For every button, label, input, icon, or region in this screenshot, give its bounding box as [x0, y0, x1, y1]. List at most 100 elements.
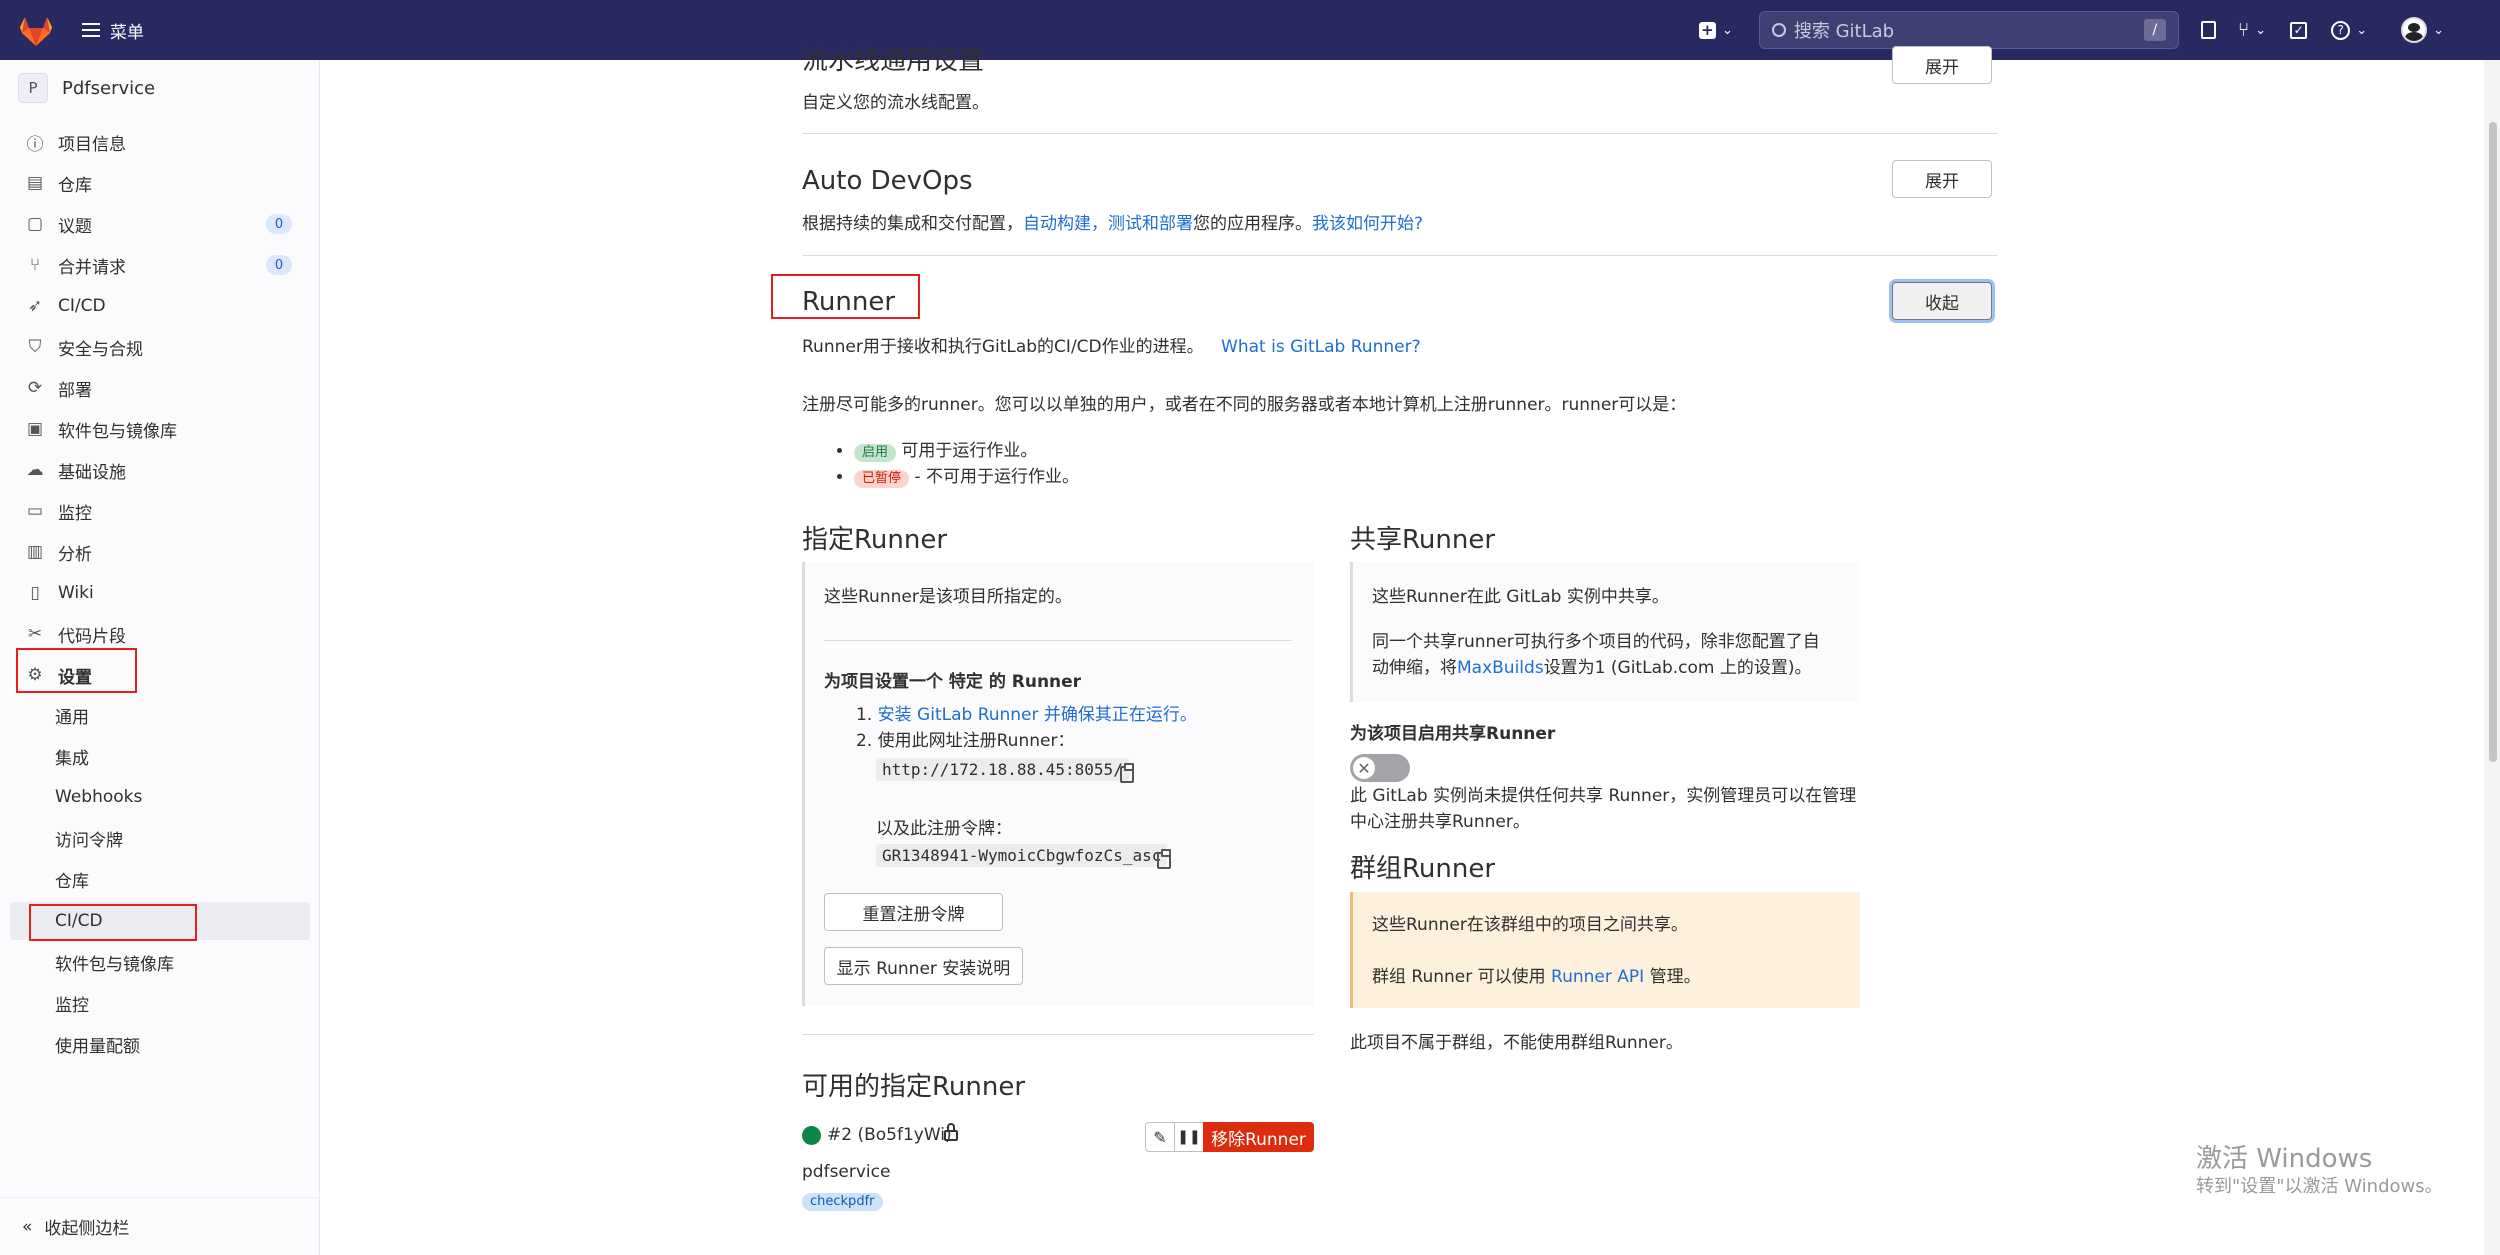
sidebar-item-deployments[interactable]: ⟳ 部署	[0, 370, 320, 406]
search-placeholder: 搜索 GitLab	[1793, 21, 1895, 42]
merge-requests-count-badge: 0	[266, 255, 292, 275]
settings-sub-repository[interactable]: 仓库	[10, 860, 310, 898]
create-new-button[interactable]: + ⌄	[1698, 21, 1733, 39]
specific-runners-title: 指定Runner	[802, 525, 948, 555]
double-chevron-left-icon: «	[22, 1216, 33, 1237]
settings-sub-general[interactable]: 通用	[10, 696, 310, 734]
registration-token-label: 以及此注册令牌：	[876, 819, 1012, 839]
runner-project-name: pdfservice	[802, 1162, 891, 1182]
gitlab-logo-icon[interactable]	[18, 13, 54, 47]
sidebar-item-repository[interactable]: ▤ 仓库	[0, 165, 320, 201]
install-step: 1. 安装 GitLab Runner 并确保其正在运行。	[856, 705, 1197, 725]
list-item: 已暂停 - 不可用于运行作业。	[854, 462, 1079, 488]
cloud-icon: ☁	[26, 460, 44, 480]
todo-check-icon: ✓	[2290, 21, 2308, 39]
settings-sub-packages[interactable]: 软件包与镜像库	[10, 943, 310, 981]
page-scrollbar[interactable]	[2484, 60, 2500, 1255]
annotation-box-cicd	[29, 904, 197, 941]
runner-online-status-icon	[802, 1126, 821, 1145]
chevron-down-icon: ⌄	[2356, 22, 2368, 38]
register-runner-desc: 注册尽可能多的runner。您可以以单独的用户，或者在不同的服务器或者本地计算机…	[802, 395, 1687, 415]
specific-runners-panel: 这些Runner是该项目所指定的。 为项目设置一个 特定 的 Runner 1.…	[802, 562, 1314, 1006]
sidebar-item-security[interactable]: ⛉ 安全与合规	[0, 329, 320, 365]
scrollbar-thumb[interactable]	[2489, 122, 2497, 762]
settings-sub-integrations[interactable]: 集成	[10, 737, 310, 775]
auto-devops-build-link[interactable]: 自动构建，测试和部署	[1023, 214, 1193, 234]
sidebar-item-monitor[interactable]: ▭ 监控	[0, 493, 320, 529]
issues-nav-button[interactable]	[2200, 21, 2216, 39]
specific-runners-intro: 这些Runner是该项目所指定的。	[824, 587, 1072, 607]
settings-sub-webhooks[interactable]: Webhooks	[10, 778, 310, 816]
help-nav-button[interactable]: ? ⌄	[2331, 20, 2368, 40]
search-shortcut-key: /	[2143, 19, 2166, 41]
search-input[interactable]: 搜索 GitLab /	[1758, 11, 2179, 49]
menu-button[interactable]: 菜单	[82, 18, 144, 43]
runner-section-title: Runner	[802, 287, 896, 317]
sidebar-project-header[interactable]: P Pdfservice	[0, 60, 319, 116]
sidebar-item-wiki[interactable]: ▯ Wiki	[0, 575, 320, 611]
close-icon: ✕	[1353, 757, 1375, 779]
main-content: 流水线通用设置 展开 自定义您的流水线配置。 Auto DevOps 展开 根据…	[320, 46, 2484, 1255]
shared-runners-desc-line2: 动伸缩，将MaxBuilds设置为1 (GitLab.com 上的设置)。	[1372, 658, 1812, 678]
todos-nav-button[interactable]: ✓	[2290, 21, 2308, 39]
show-install-instructions-button[interactable]: 显示 Runner 安装说明	[824, 947, 1023, 985]
sidebar-item-snippets[interactable]: ✂ 代码片段	[0, 616, 320, 652]
info-icon: ⓘ	[26, 134, 44, 155]
sidebar-item-packages[interactable]: ▣ 软件包与镜像库	[0, 411, 320, 447]
shared-runners-panel: 这些Runner在此 GitLab 实例中共享。 同一个共享runner可执行多…	[1350, 562, 1860, 702]
chevron-down-icon: ⌄	[1721, 22, 1733, 38]
shield-icon: ⛉	[28, 337, 42, 357]
top-navbar: 菜单 + ⌄ 搜索 GitLab / ⑂ ⌄ ✓ ? ⌄ ⌄	[0, 0, 2500, 60]
edit-runner-button[interactable]: ✎	[1145, 1122, 1175, 1152]
auto-devops-help-link[interactable]: 我该如何开始?	[1312, 214, 1423, 234]
sidebar-item-label: CI/CD	[58, 296, 106, 316]
register-url-step: 2. 使用此网址注册Runner：	[856, 731, 1075, 751]
sidebar-item-merge-requests[interactable]: ⑂ 合并请求 0	[0, 247, 320, 283]
copy-url-icon[interactable]	[1120, 763, 1134, 783]
sidebar-item-project-info[interactable]: ⓘ 项目信息	[0, 124, 320, 160]
sidebar-item-label: 软件包与镜像库	[58, 421, 177, 442]
sidebar-item-label: 仓库	[58, 175, 92, 196]
settings-sub-monitor[interactable]: 监控	[10, 984, 310, 1022]
activation-watermark-title: 激活 Windows	[2196, 1144, 2373, 1174]
menu-label: 菜单	[110, 22, 144, 43]
sidebar-item-cicd[interactable]: ➶ CI/CD	[0, 288, 320, 324]
maxbuilds-link[interactable]: MaxBuilds	[1457, 658, 1544, 678]
pipeline-expand-button[interactable]: 展开	[1892, 46, 1992, 84]
enable-shared-runners-label: 为该项目启用共享Runner	[1350, 724, 1556, 744]
available-runners-title: 可用的指定Runner	[802, 1072, 1026, 1102]
user-menu-button[interactable]: ⌄	[2401, 17, 2444, 43]
merge-requests-nav-button[interactable]: ⑂ ⌄	[2238, 19, 2266, 41]
runner-url-code: http://172.18.88.45:8055/	[876, 758, 1129, 781]
sidebar-item-infrastructure[interactable]: ☁ 基础设施	[0, 452, 320, 488]
package-icon: ▣	[26, 419, 44, 439]
pause-icon: ❚❚	[1177, 1129, 1201, 1145]
group-runners-panel: 这些Runner在该群组中的项目之间共享。 群组 Runner 可以使用 Run…	[1350, 892, 1860, 1008]
runner-api-link[interactable]: Runner API	[1551, 967, 1644, 987]
pause-runner-button[interactable]: ❚❚	[1174, 1122, 1204, 1152]
issues-icon	[2200, 21, 2216, 39]
shared-runners-toggle[interactable]: ✕	[1350, 754, 1410, 782]
reset-token-button[interactable]: 重置注册令牌	[824, 893, 1003, 931]
merge-request-icon: ⑂	[2237, 19, 2250, 41]
runner-id-link[interactable]: #2 (Bo5f1yWi)	[827, 1122, 952, 1148]
chart-icon: ▥	[26, 542, 44, 562]
project-avatar: P	[18, 73, 48, 103]
runner-status-list: 启用 可用于运行作业。 已暂停 - 不可用于运行作业。	[834, 436, 1079, 488]
auto-devops-expand-button[interactable]: 展开	[1892, 160, 1992, 198]
divider	[802, 255, 1998, 256]
project-name: Pdfservice	[62, 77, 156, 99]
copy-token-icon[interactable]	[1157, 849, 1171, 869]
settings-sub-access-tokens[interactable]: 访问令牌	[10, 819, 310, 857]
group-runners-desc: 群组 Runner 可以使用 Runner API 管理。	[1372, 967, 1701, 987]
collapse-sidebar-button[interactable]: « 收起侧边栏	[0, 1197, 320, 1255]
sidebar-item-analytics[interactable]: ▥ 分析	[0, 534, 320, 570]
what-is-runner-link[interactable]: What is GitLab Runner?	[1221, 337, 1421, 357]
sidebar-item-issues[interactable]: ▢ 议题 0	[0, 206, 320, 242]
sidebar-item-label: 安全与合规	[58, 339, 143, 360]
remove-runner-button[interactable]: 移除Runner	[1203, 1122, 1314, 1152]
runner-collapse-button[interactable]: 收起	[1892, 282, 1992, 320]
install-runner-link[interactable]: 安装 GitLab Runner 并确保其正在运行。	[878, 705, 1197, 725]
group-runners-intro: 这些Runner在该群组中的项目之间共享。	[1372, 915, 1688, 935]
settings-sub-usage-quotas[interactable]: 使用量配额	[10, 1025, 310, 1063]
